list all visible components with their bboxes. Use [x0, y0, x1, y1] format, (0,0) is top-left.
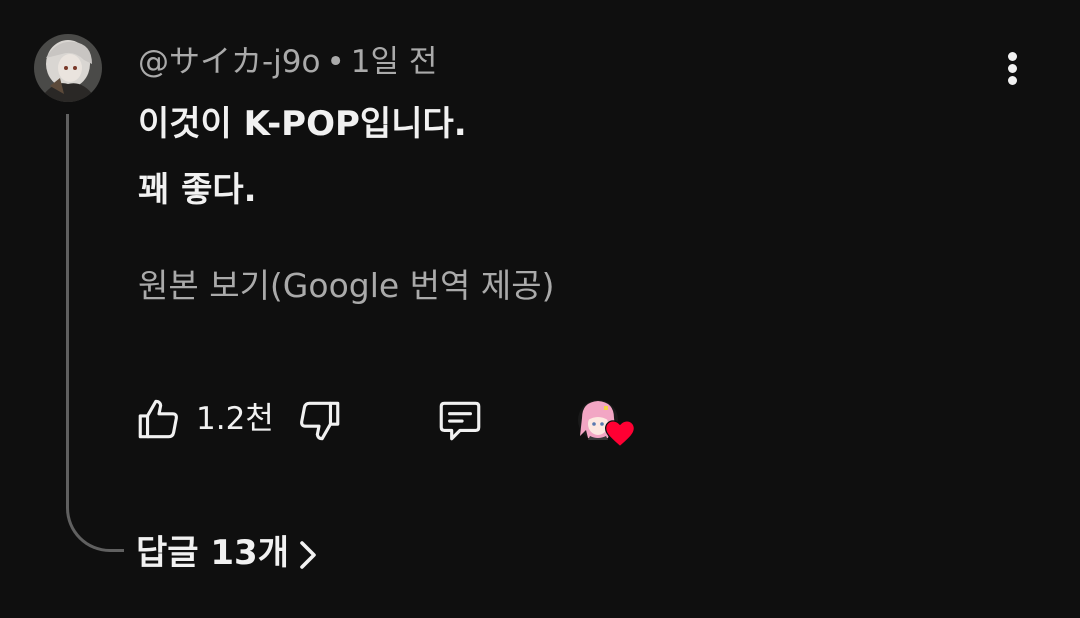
- comment-text-line-1: 이것이 K-POP입니다.: [138, 104, 467, 144]
- thumbs-up-icon: [138, 399, 178, 439]
- comment-meta: @サイカ-j9o • 1일 전: [138, 40, 437, 84]
- creator-heart-badge: [574, 396, 636, 450]
- dislike-button[interactable]: [294, 396, 344, 446]
- more-vert-icon[interactable]: [994, 46, 1032, 90]
- heart-icon: [605, 420, 635, 448]
- see-original-link[interactable]: 원본 보기(Google 번역 제공): [138, 262, 554, 310]
- comment-timestamp: 1일 전: [350, 44, 438, 80]
- thumbs-down-icon: [300, 401, 340, 441]
- like-button[interactable]: [134, 394, 184, 444]
- comment-text-line-2: 꽤 좋다.: [138, 170, 257, 210]
- thread-connector-line: [66, 114, 124, 552]
- avatar-image: [34, 34, 102, 102]
- comment-author[interactable]: @サイカ-j9o: [138, 44, 321, 80]
- avatar[interactable]: [34, 34, 102, 102]
- comment-icon: [439, 401, 481, 441]
- view-replies-button[interactable]: 답글 13개: [136, 528, 317, 578]
- meta-separator: •: [326, 44, 345, 80]
- reply-button[interactable]: [434, 396, 486, 446]
- like-count: 1.2천: [196, 401, 274, 437]
- chevron-right-icon: [300, 540, 316, 569]
- replies-label: 답글 13개: [136, 533, 289, 573]
